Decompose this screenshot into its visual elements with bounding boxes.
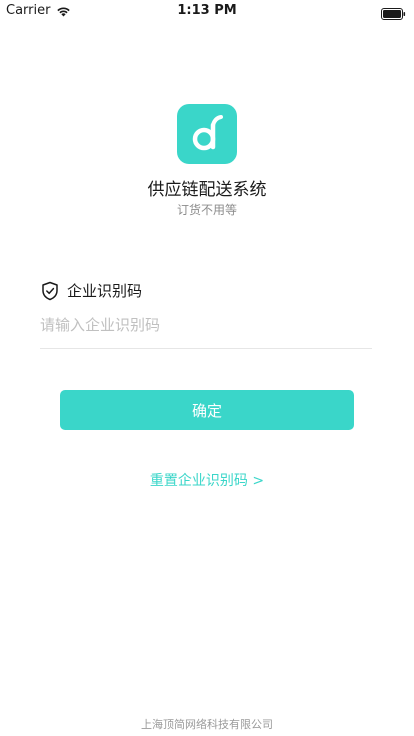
footer-company: 上海顶简网络科技有限公司 bbox=[141, 718, 273, 731]
battery-full-icon bbox=[381, 5, 406, 20]
app-logo-icon bbox=[177, 104, 237, 164]
confirm-button[interactable]: 确定 bbox=[60, 390, 354, 430]
status-time: 1:13 PM bbox=[177, 3, 237, 18]
field-label-row: 企业识别码 bbox=[41, 280, 142, 301]
shield-check-icon bbox=[41, 281, 59, 301]
app-title: 供应链配送系统 bbox=[147, 180, 267, 200]
input-underline bbox=[40, 348, 372, 349]
status-bar: Carrier 1:13 PM bbox=[0, 0, 414, 22]
field-label: 企业识别码 bbox=[67, 282, 143, 300]
company-code-input[interactable] bbox=[40, 312, 372, 338]
reset-code-link[interactable]: 重置企业识别码 > bbox=[0, 470, 414, 490]
app-subtitle: 订货不用等 bbox=[176, 203, 237, 217]
